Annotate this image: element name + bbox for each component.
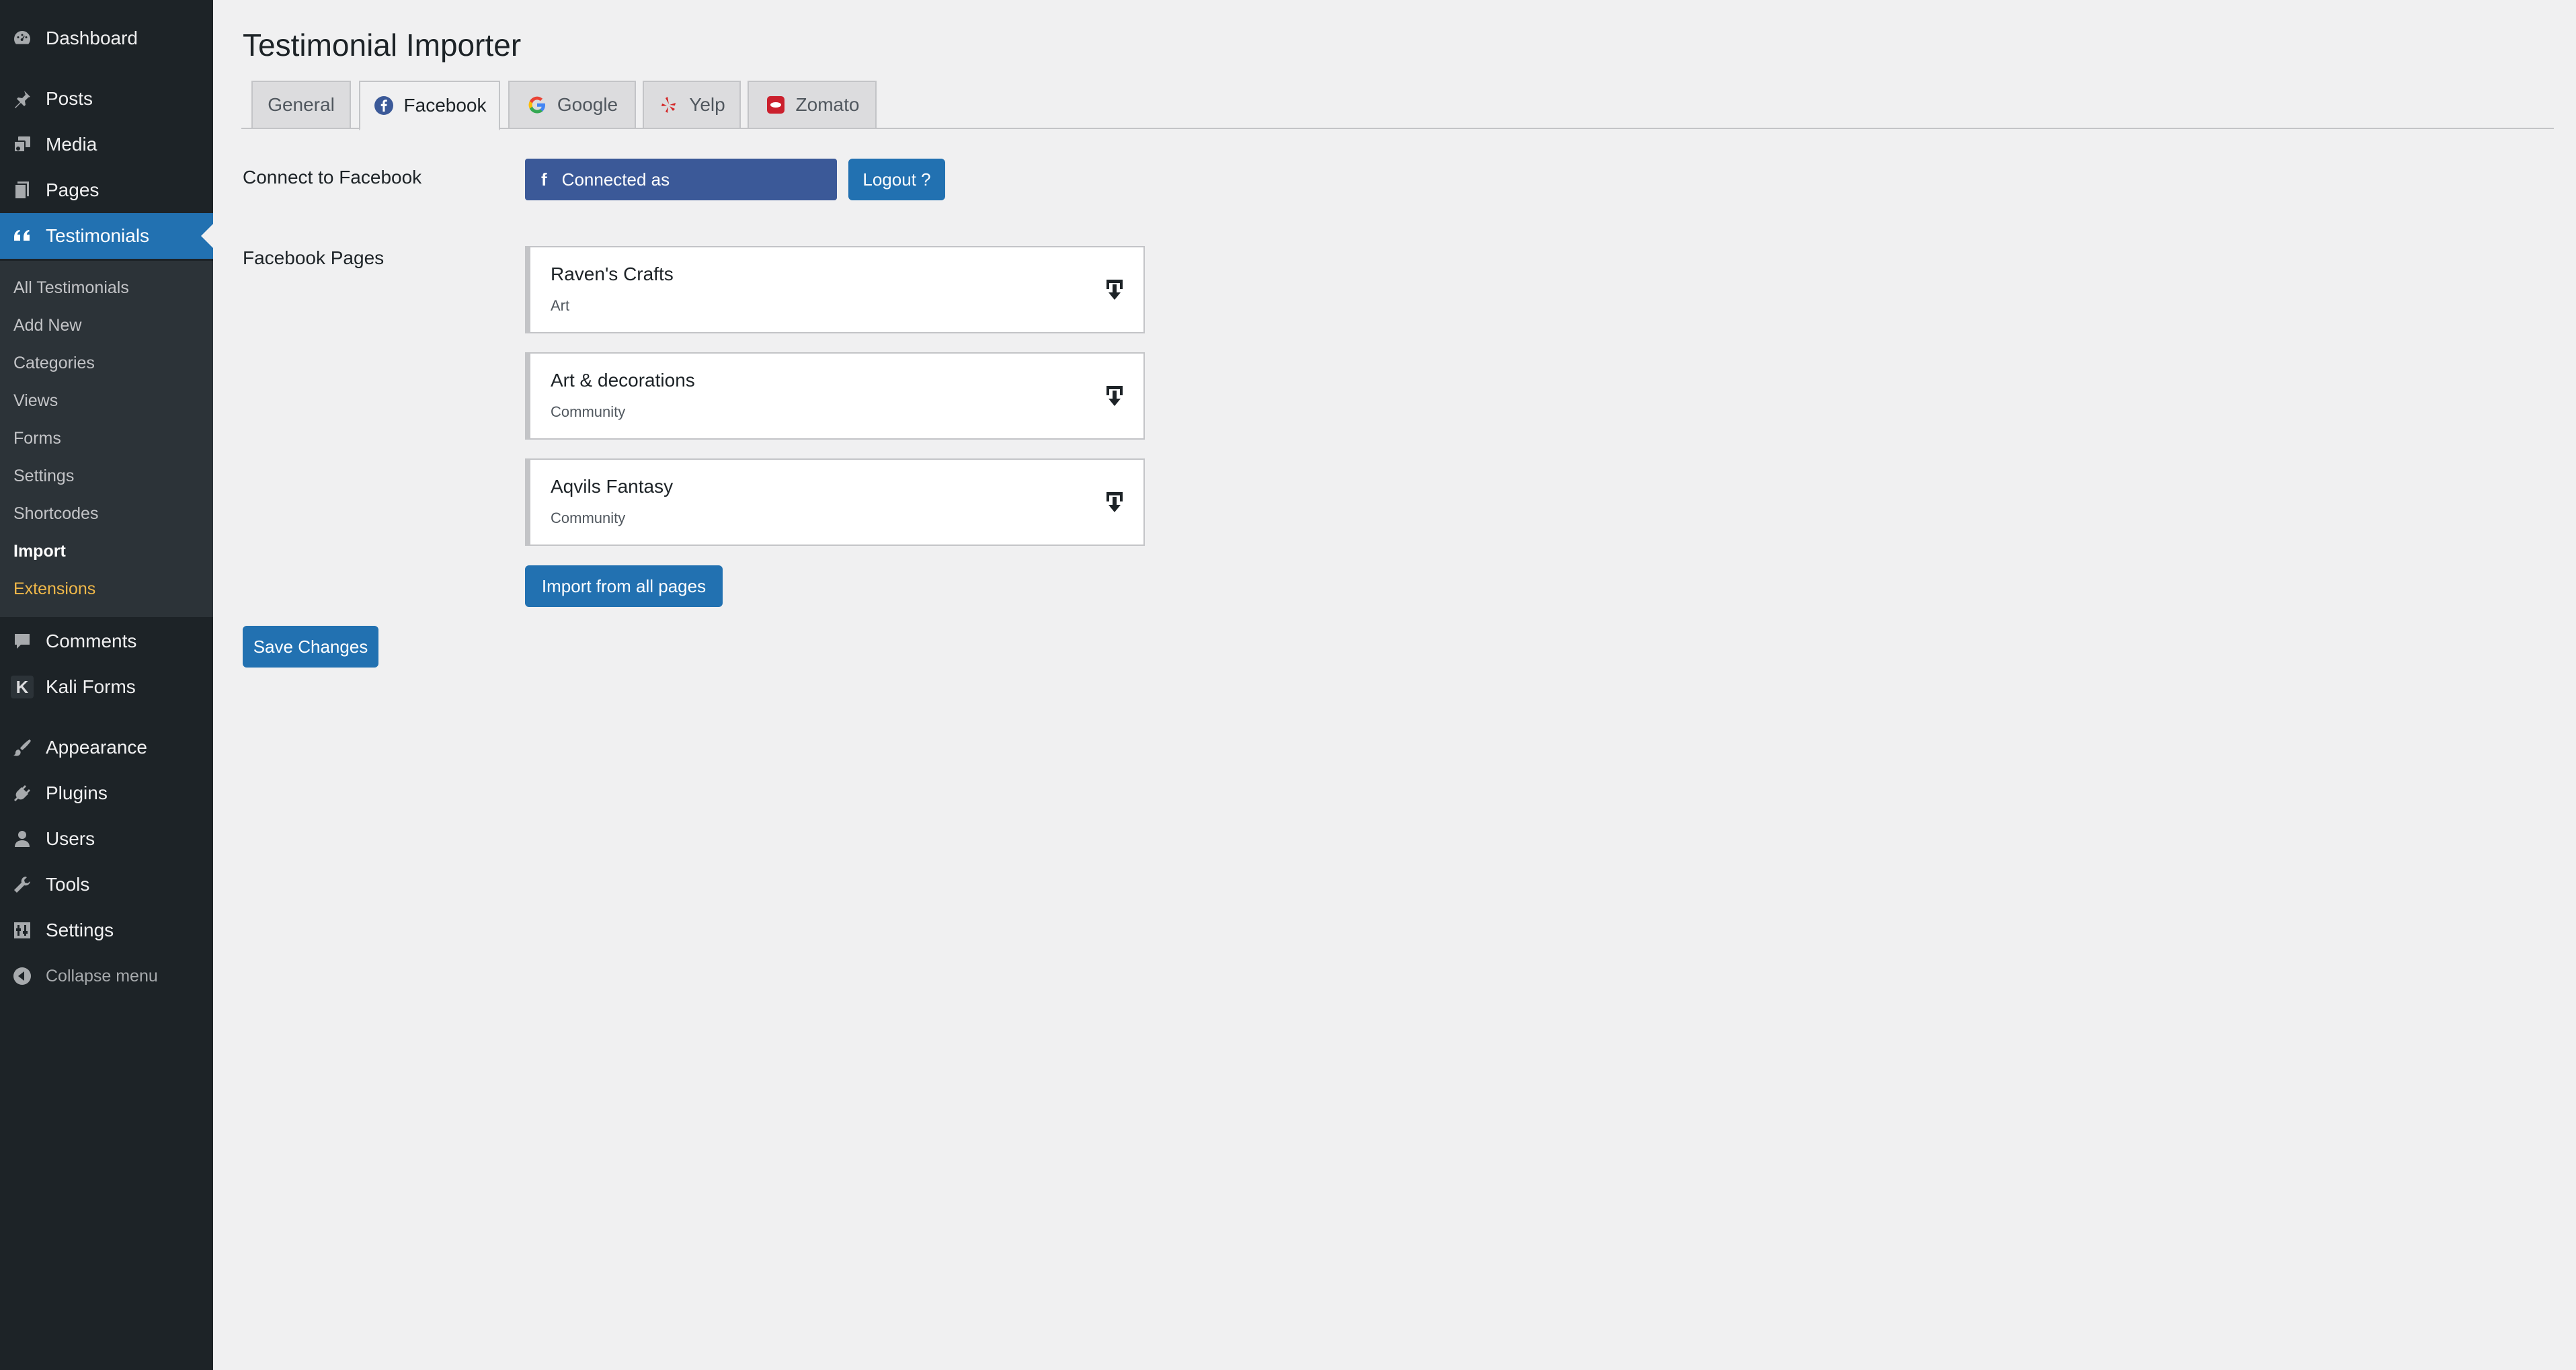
submenu-add-new[interactable]: Add New: [13, 307, 81, 344]
admin-sidebar: Dashboard Posts Media Pages Testimonials…: [0, 0, 213, 1370]
menu-label: Media: [46, 134, 97, 155]
menu-label: Pages: [46, 179, 99, 200]
menu-item-appearance[interactable]: Appearance: [0, 725, 213, 770]
google-icon: [526, 94, 548, 116]
media-icon: [11, 133, 34, 156]
menu-item-pages[interactable]: Pages: [0, 167, 213, 213]
facebook-page-card: Art & decorations Community: [525, 352, 1145, 440]
save-changes-label: Save Changes: [253, 636, 368, 657]
menu-label: Users: [46, 828, 95, 849]
page-name: Raven's Crafts: [551, 264, 674, 284]
tab-label: Google: [557, 94, 618, 115]
facebook-connected-button[interactable]: f Connected as: [525, 159, 837, 200]
connect-label: Connect to Facebook: [243, 167, 422, 188]
menu-label: Plugins: [46, 782, 108, 803]
tab-yelp[interactable]: Yelp: [643, 81, 741, 129]
dashboard-icon: [11, 27, 34, 50]
tab-google[interactable]: Google: [508, 81, 636, 129]
tab-label: Yelp: [689, 94, 725, 115]
page-category: Art: [551, 297, 570, 314]
yelp-icon: [658, 94, 680, 116]
collapse-menu-button[interactable]: Collapse menu: [0, 953, 213, 999]
logout-button[interactable]: Logout ?: [848, 159, 945, 200]
submenu-settings[interactable]: Settings: [13, 457, 74, 495]
plugin-icon: [11, 782, 34, 805]
menu-item-users[interactable]: Users: [0, 816, 213, 862]
pages-icon: [11, 179, 34, 202]
connected-as-label: Connected as: [561, 169, 670, 190]
page-title: Testimonial Importer: [243, 28, 522, 63]
quote-icon: [11, 225, 34, 247]
import-page-icon[interactable]: [1103, 491, 1126, 515]
page-category: Community: [551, 510, 626, 526]
menu-item-settings[interactable]: Settings: [0, 908, 213, 953]
facebook-f-icon: f: [541, 169, 547, 190]
submenu-all-testimonials[interactable]: All Testimonials: [13, 269, 129, 307]
submenu-import[interactable]: Import: [13, 532, 66, 570]
submenu-categories[interactable]: Categories: [13, 344, 95, 382]
submenu-extensions[interactable]: Extensions: [13, 570, 95, 608]
tab-label: Zomato: [795, 94, 860, 115]
submenu-shortcodes[interactable]: Shortcodes: [13, 495, 98, 532]
menu-label: Collapse menu: [46, 966, 158, 985]
menu-item-tools[interactable]: Tools: [0, 862, 213, 908]
tab-label: General: [268, 94, 335, 115]
zomato-icon: [765, 94, 787, 116]
kali-forms-icon: K: [11, 676, 34, 698]
menu-item-comments[interactable]: Comments: [0, 618, 213, 664]
settings-icon: [11, 919, 34, 942]
menu-item-testimonials[interactable]: Testimonials: [0, 213, 213, 259]
testimonials-submenu: All Testimonials Add New Categories View…: [0, 261, 213, 617]
menu-item-dashboard[interactable]: Dashboard: [0, 15, 213, 61]
menu-item-media[interactable]: Media: [0, 122, 213, 167]
facebook-page-card: Aqvils Fantasy Community: [525, 458, 1145, 546]
tab-zomato[interactable]: Zomato: [748, 81, 877, 129]
menu-label: Testimonials: [46, 225, 150, 246]
menu-item-kali-forms[interactable]: K Kali Forms: [0, 664, 213, 710]
page-name: Art & decorations: [551, 370, 695, 391]
menu-label: Kali Forms: [46, 676, 136, 697]
menu-label: Dashboard: [46, 28, 138, 48]
logout-label: Logout ?: [862, 169, 931, 190]
submenu-forms[interactable]: Forms: [13, 419, 61, 457]
submenu-views[interactable]: Views: [13, 382, 58, 419]
tab-general[interactable]: General: [251, 81, 351, 129]
user-icon: [11, 828, 34, 850]
menu-label: Settings: [46, 920, 114, 940]
comment-icon: [11, 630, 34, 653]
facebook-icon: [373, 95, 395, 116]
menu-item-plugins[interactable]: Plugins: [0, 770, 213, 816]
tab-facebook[interactable]: Facebook: [359, 81, 500, 130]
main-content: Testimonial Importer General Facebook Go…: [213, 0, 2576, 1370]
import-all-pages-button[interactable]: Import from all pages: [525, 565, 723, 607]
menu-label: Posts: [46, 88, 93, 109]
facebook-page-card: Raven's Crafts Art: [525, 246, 1145, 333]
menu-item-posts[interactable]: Posts: [0, 76, 213, 122]
import-page-icon[interactable]: [1103, 278, 1126, 303]
menu-label: Tools: [46, 874, 90, 895]
page-category: Community: [551, 403, 626, 420]
import-page-icon[interactable]: [1103, 385, 1126, 409]
pin-icon: [11, 87, 34, 110]
brush-icon: [11, 736, 34, 759]
page-name: Aqvils Fantasy: [551, 476, 674, 497]
menu-label: Appearance: [46, 737, 148, 758]
importer-tabs: General Facebook Google Yelp Zomato: [241, 81, 2554, 130]
import-all-label: Import from all pages: [541, 575, 707, 596]
collapse-icon: [11, 965, 34, 988]
menu-label: Comments: [46, 631, 137, 651]
tab-label: Facebook: [403, 95, 487, 116]
wrench-icon: [11, 873, 34, 896]
kali-forms-glyph: K: [15, 676, 29, 697]
save-changes-button[interactable]: Save Changes: [243, 626, 378, 668]
facebook-pages-label: Facebook Pages: [243, 247, 385, 268]
